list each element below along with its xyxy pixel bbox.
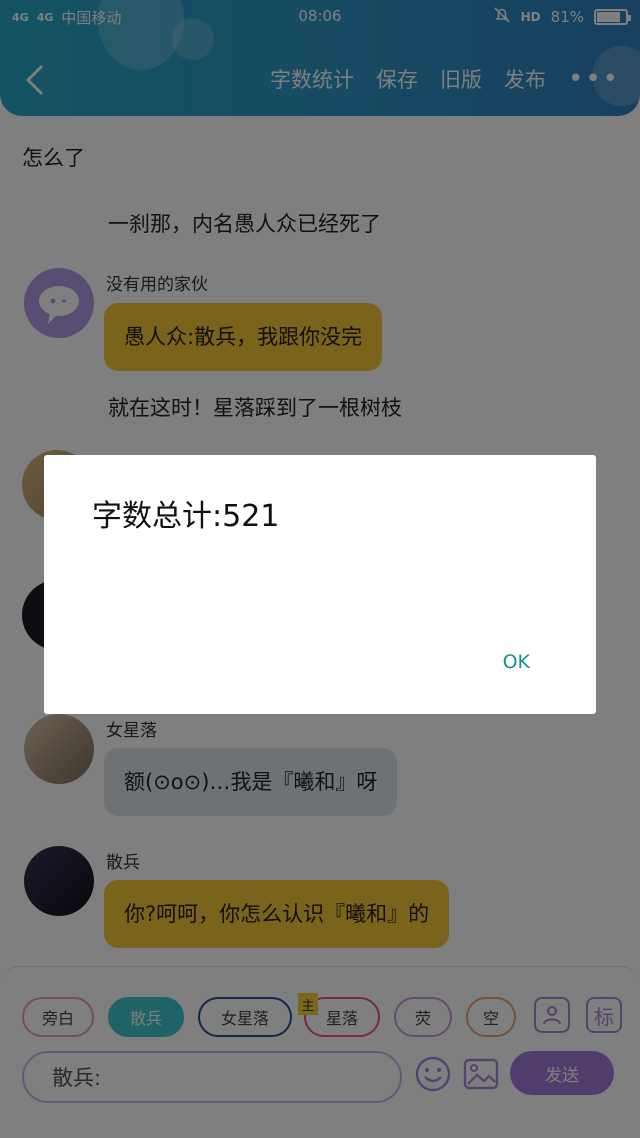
word-count-dialog: 字数总计:521 OK [44,455,596,714]
ok-button[interactable]: OK [503,651,530,673]
dialog-title: 字数总计:521 [92,499,280,534]
